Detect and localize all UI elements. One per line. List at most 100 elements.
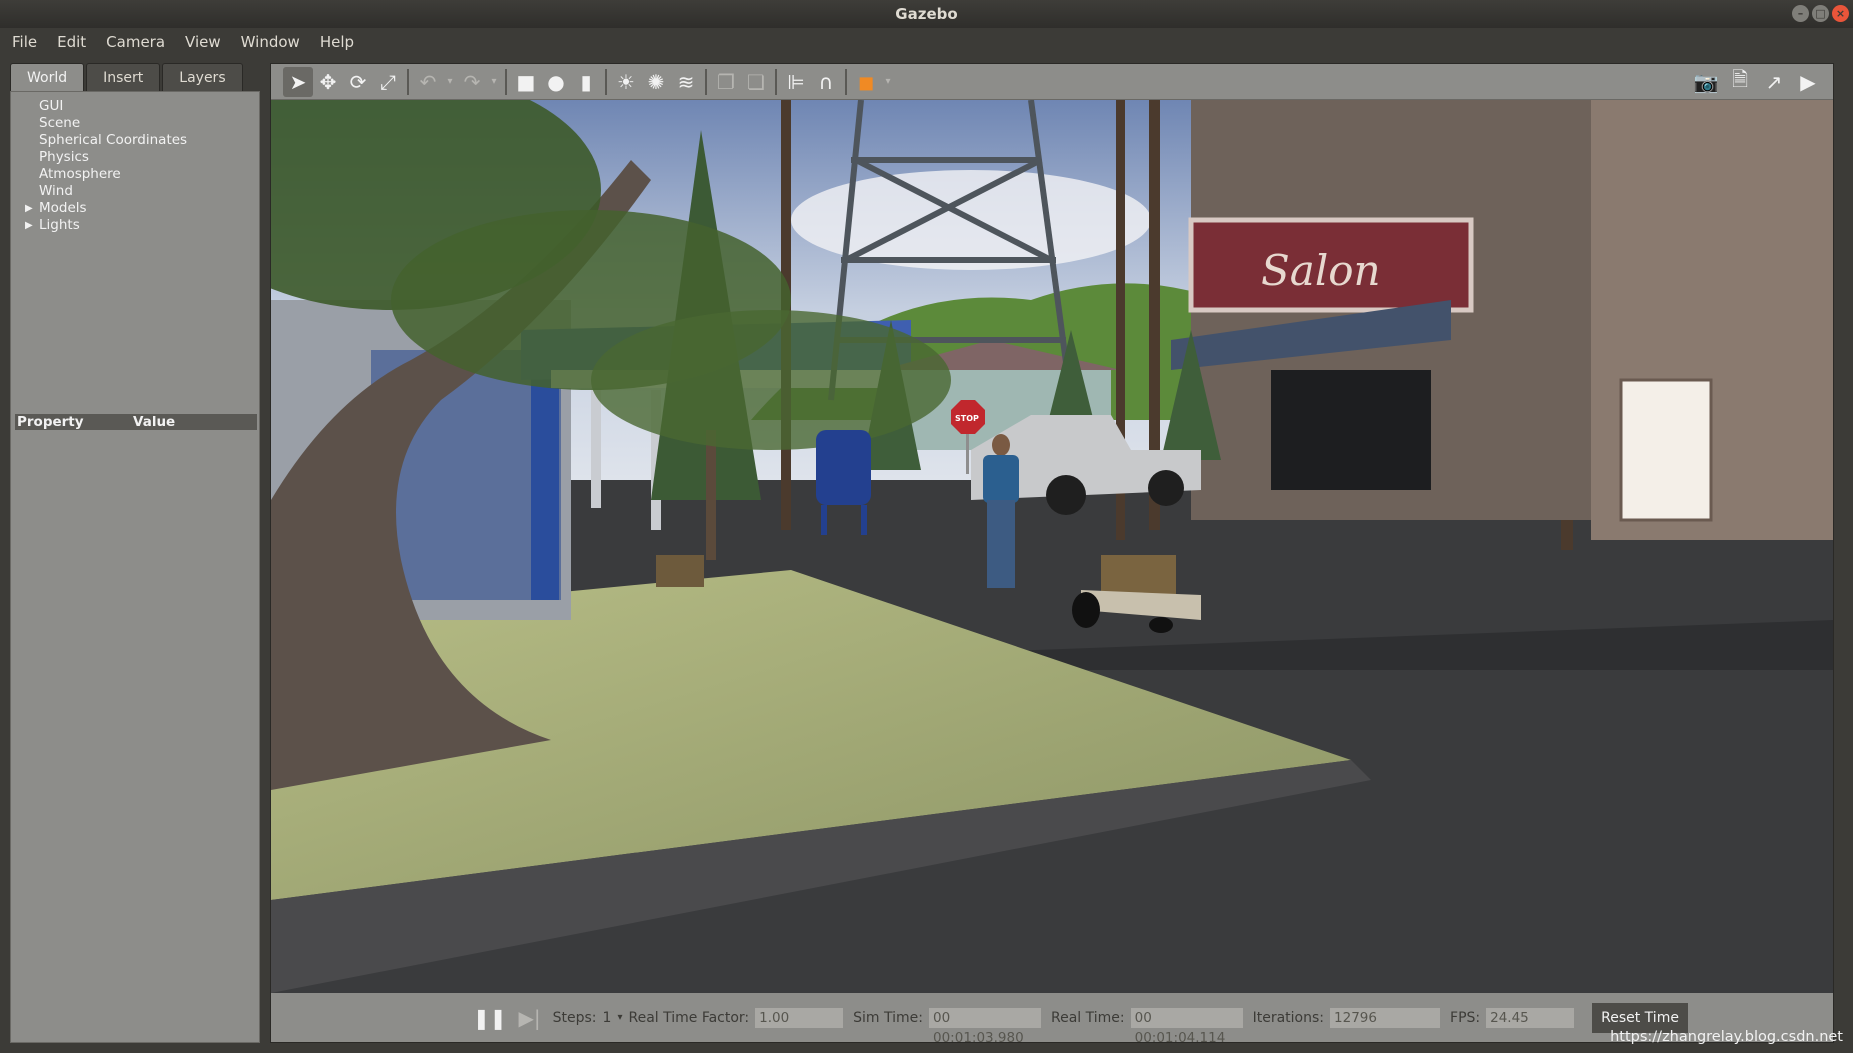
rotate-mode-icon[interactable]: ⟳ <box>343 67 373 97</box>
toolbar-separator <box>705 68 707 95</box>
snap-icon[interactable]: ∩ <box>811 67 841 97</box>
rtf-value: 1.00 <box>755 1007 844 1028</box>
tab-insert[interactable]: Insert <box>86 63 161 91</box>
screenshot-icon[interactable]: 📷 <box>1691 67 1721 97</box>
minimize-icon[interactable]: – <box>1792 5 1809 22</box>
point-light-icon[interactable]: ☀ <box>611 67 641 97</box>
window-controls: – □ × <box>1792 5 1849 22</box>
tree-item-label: GUI <box>39 98 64 114</box>
box-shape-icon[interactable]: ■ <box>511 67 541 97</box>
title-bar: Gazebo – □ × <box>0 0 1853 28</box>
truck-wheel <box>1046 475 1086 515</box>
video-record-icon[interactable]: ▶ <box>1793 67 1823 97</box>
watermark-text: https://zhangrelay.blog.csdn.net <box>1610 1029 1843 1045</box>
realtime-label: Real Time: <box>1051 1009 1125 1026</box>
simtime-label: Sim Time: <box>853 1009 923 1026</box>
tree-item-label: Physics <box>39 149 89 165</box>
expand-arrow-icon[interactable]: ▶ <box>25 200 33 217</box>
menu-view[interactable]: View <box>185 33 221 51</box>
iterations-value: 12796 <box>1330 1007 1441 1028</box>
toolbar-separator <box>505 68 507 95</box>
tree-item-label: Wind <box>39 183 73 199</box>
adjacent-window <box>1619 378 1713 522</box>
redo-icon[interactable]: ↷ <box>457 67 487 97</box>
close-icon[interactable]: × <box>1832 5 1849 22</box>
world-panel: GUI Scene Spherical Coordinates Physics … <box>10 91 260 1043</box>
translate-mode-icon[interactable]: ✥ <box>313 67 343 97</box>
menu-help[interactable]: Help <box>320 33 354 51</box>
render-panel: ➤ ✥ ⟳ ⤢ ↶ ▾ ↷ ▾ ■ ● ▮ ☀ ✺ ≋ ❐ ❏ ⊫ ∩ ◼ ▾ <box>270 63 1834 1046</box>
world-tree: GUI Scene Spherical Coordinates Physics … <box>11 98 261 234</box>
truck-wheel <box>1148 470 1184 506</box>
copy-icon[interactable]: ❐ <box>711 67 741 97</box>
tree-item-label: Lights <box>39 217 80 233</box>
tree-item-models[interactable]: ▶ Models <box>11 200 261 217</box>
sphere-shape-icon[interactable]: ● <box>541 67 571 97</box>
log-icon[interactable]: 🗎 <box>1725 67 1755 97</box>
step-icon[interactable]: ▶| <box>519 1006 541 1030</box>
person-head <box>992 434 1010 456</box>
expand-arrow-icon[interactable]: ▶ <box>25 217 33 234</box>
menu-edit[interactable]: Edit <box>57 33 86 51</box>
maximize-icon[interactable]: □ <box>1812 5 1829 22</box>
person-shirt <box>983 455 1019 503</box>
pause-icon[interactable]: ❚❚ <box>473 1006 507 1030</box>
property-table-header: Property Value <box>15 414 257 430</box>
toolbar-separator <box>845 68 847 95</box>
toolbar-right: 📷 🗎 ↗ ▶ <box>1691 67 1823 97</box>
toolbar-separator <box>775 68 777 95</box>
scene-render[interactable]: Salon STOP <box>271 100 1833 993</box>
tab-layers[interactable]: Layers <box>162 63 243 91</box>
tree-item-label: Atmosphere <box>39 166 121 182</box>
shop-window <box>1271 370 1431 490</box>
cardboard-box <box>656 555 704 587</box>
tree-item-wind[interactable]: Wind <box>11 183 261 200</box>
menu-bar: File Edit Camera View Window Help <box>0 28 1853 56</box>
tree-item-label: Spherical Coordinates <box>39 132 188 148</box>
steps-spinbox[interactable]: 1 <box>603 1010 612 1026</box>
view-angle-dropdown-icon[interactable]: ▾ <box>881 67 895 97</box>
scale-mode-icon[interactable]: ⤢ <box>373 67 403 97</box>
tree-item-atmosphere[interactable]: Atmosphere <box>11 166 261 183</box>
mailbox-leg <box>821 505 827 535</box>
iterations-label: Iterations: <box>1252 1009 1325 1026</box>
value-column-header: Value <box>133 414 176 430</box>
tab-world[interactable]: World <box>10 63 85 91</box>
left-panel: World Insert Layers GUI Scene Spherical … <box>10 63 260 1043</box>
undo-dropdown-icon[interactable]: ▾ <box>443 67 457 97</box>
cylinder-shape-icon[interactable]: ▮ <box>571 67 601 97</box>
tree-item-lights[interactable]: ▶ Lights <box>11 217 261 234</box>
align-icon[interactable]: ⊫ <box>781 67 811 97</box>
directional-light-icon[interactable]: ≋ <box>671 67 701 97</box>
menu-camera[interactable]: Camera <box>106 33 165 51</box>
view-angle-icon[interactable]: ◼ <box>851 67 881 97</box>
select-mode-icon[interactable]: ➤ <box>283 66 313 97</box>
paste-icon[interactable]: ❏ <box>741 67 771 97</box>
pine-trunk <box>706 430 716 560</box>
tree-item-spherical-coordinates[interactable]: Spherical Coordinates <box>11 132 261 149</box>
menu-window[interactable]: Window <box>241 33 300 51</box>
salon-sign-text: Salon <box>1261 246 1381 295</box>
toolbar: ➤ ✥ ⟳ ⤢ ↶ ▾ ↷ ▾ ■ ● ▮ ☀ ✺ ≋ ❐ ❏ ⊫ ∩ ◼ ▾ <box>271 64 1833 100</box>
undo-icon[interactable]: ↶ <box>413 67 443 97</box>
oak-foliage <box>591 310 951 450</box>
cart-wheel <box>1149 617 1173 633</box>
property-column-header: Property <box>17 414 84 430</box>
tree-item-scene[interactable]: Scene <box>11 115 261 132</box>
panel-tabs: World Insert Layers <box>10 63 260 91</box>
fps-value: 24.45 <box>1486 1007 1575 1028</box>
realtime-value: 00 00:01:04.114 <box>1130 1007 1243 1046</box>
redo-dropdown-icon[interactable]: ▾ <box>487 67 501 97</box>
simtime-value: 00 00:01:03.980 <box>929 1007 1041 1046</box>
reset-time-button[interactable]: Reset Time <box>1592 1002 1688 1033</box>
spot-light-icon[interactable]: ✺ <box>641 67 671 97</box>
cart-wheel <box>1072 592 1100 628</box>
steps-dropdown-icon[interactable]: ▾ <box>617 1012 622 1023</box>
tree-item-gui[interactable]: GUI <box>11 98 261 115</box>
menu-file[interactable]: File <box>12 33 37 51</box>
tree-item-physics[interactable]: Physics <box>11 149 261 166</box>
3d-viewport[interactable]: Salon STOP <box>271 100 1833 993</box>
rtf-label: Real Time Factor: <box>628 1009 750 1026</box>
window-title: Gazebo <box>895 5 958 23</box>
plot-icon[interactable]: ↗ <box>1759 67 1789 97</box>
